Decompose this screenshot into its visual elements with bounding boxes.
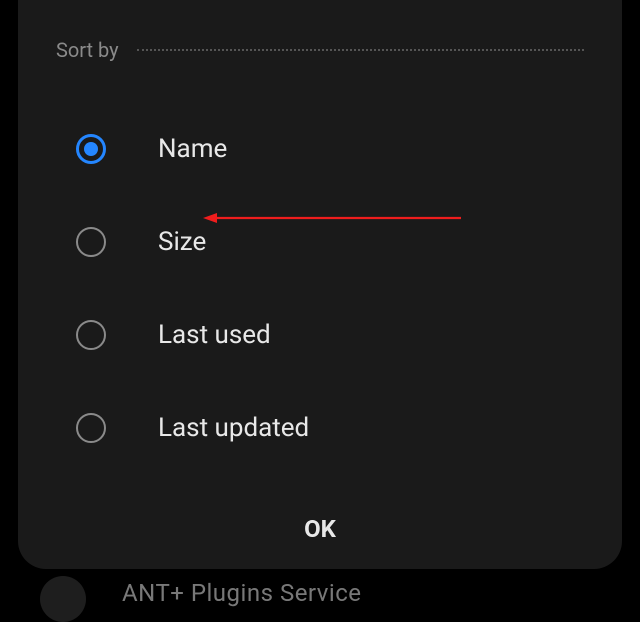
background-list-item: ANT+ Plugins Service (40, 569, 362, 616)
sort-option-name[interactable]: Name (76, 102, 564, 195)
sort-option-size[interactable]: Size (76, 195, 564, 288)
sort-option-last-used[interactable]: Last used (76, 288, 564, 381)
sort-dialog: Sort by Name Size Last used Last updated… (18, 0, 622, 569)
radio-icon (76, 413, 106, 443)
app-icon-placeholder (40, 576, 86, 622)
option-label: Size (158, 227, 206, 257)
option-label: Name (158, 134, 227, 164)
option-label: Last updated (158, 413, 309, 443)
ok-button[interactable]: OK (264, 495, 376, 563)
header-divider (137, 49, 584, 51)
radio-icon (76, 134, 106, 164)
background-app-name: ANT+ Plugins Service (122, 579, 362, 607)
option-label: Last used (158, 320, 271, 350)
radio-icon (76, 227, 106, 257)
radio-icon (76, 320, 106, 350)
sort-option-last-updated[interactable]: Last updated (76, 381, 564, 474)
dialog-header: Sort by (18, 0, 622, 62)
radio-group: Name Size Last used Last updated (18, 62, 622, 494)
dialog-title: Sort by (56, 38, 119, 62)
dialog-actions: OK (18, 489, 622, 569)
